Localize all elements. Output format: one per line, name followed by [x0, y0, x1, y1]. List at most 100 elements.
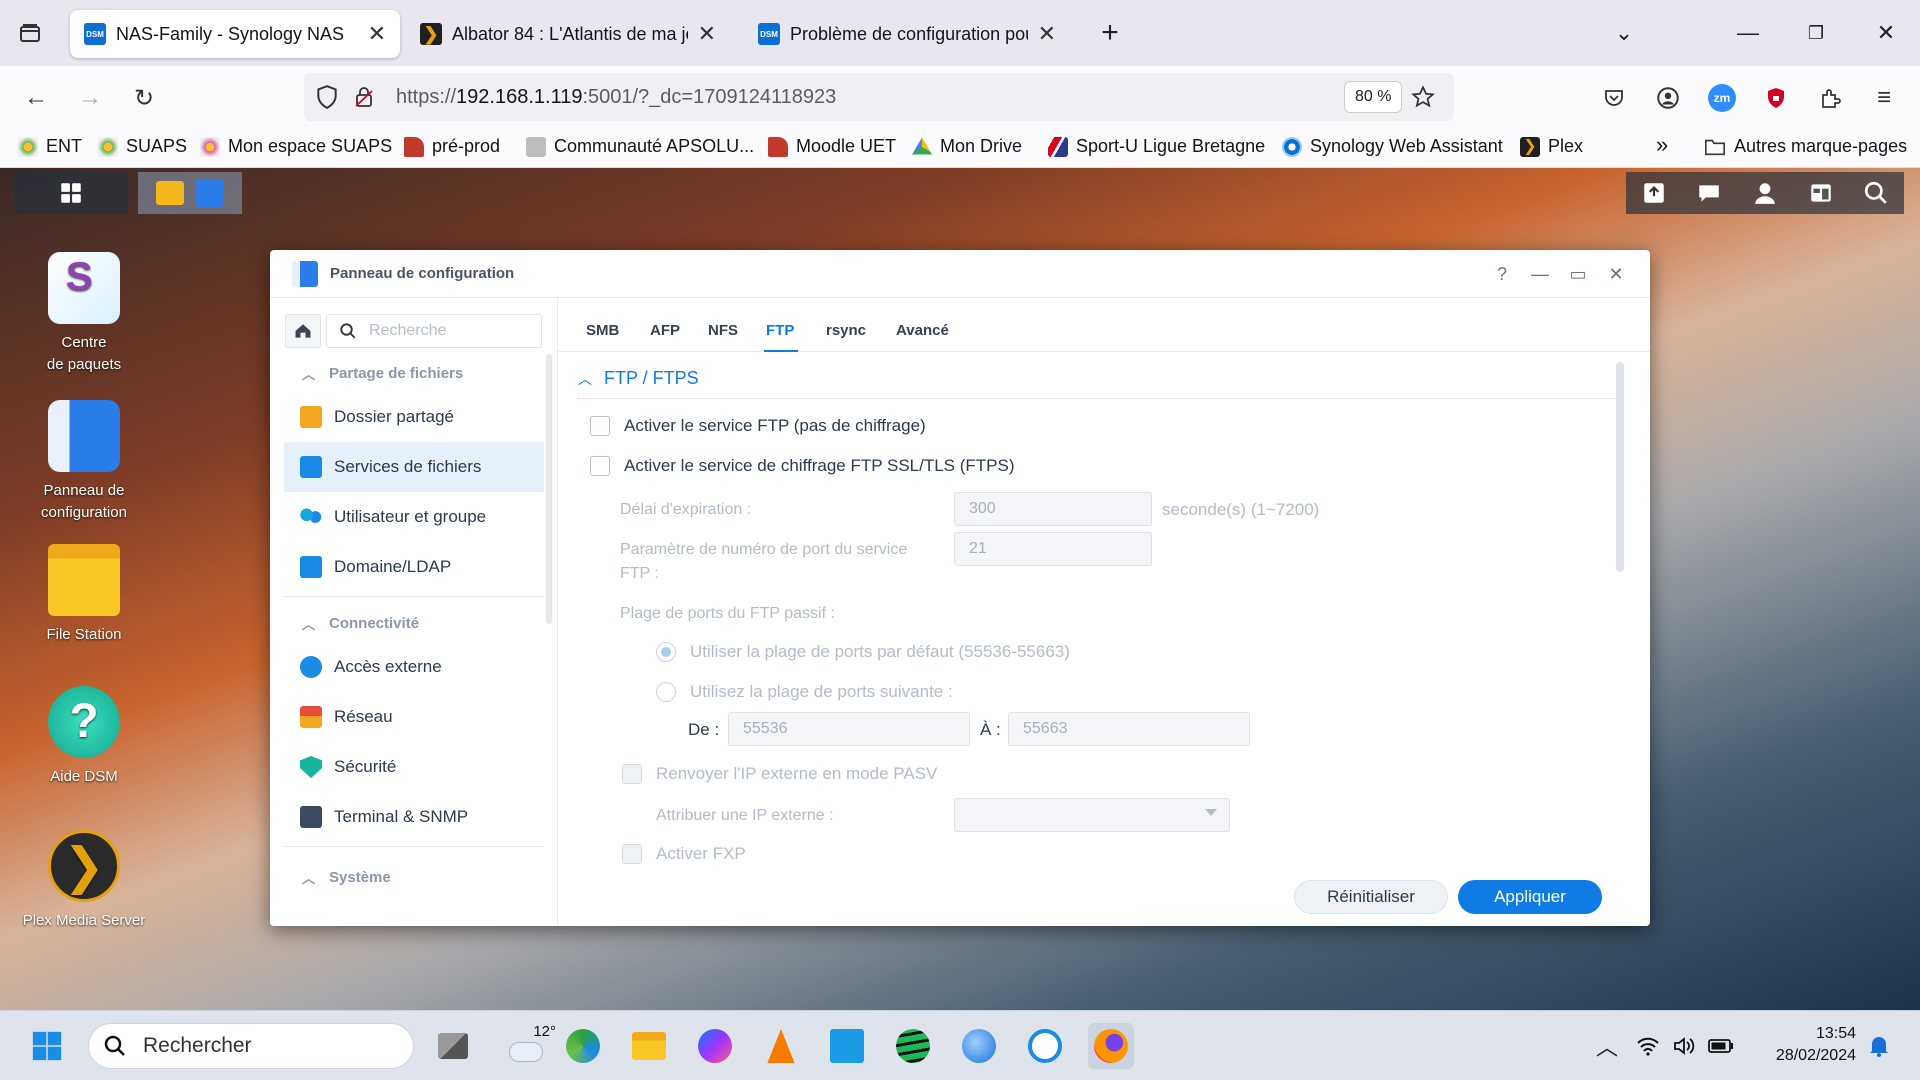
- bookmark-pre-prod[interactable]: pré-prod: [404, 136, 500, 157]
- zoom-level-button[interactable]: 80 %: [1344, 81, 1403, 113]
- bookmark-plex[interactable]: ❯ Plex: [1520, 136, 1583, 157]
- weather-widget[interactable]: 12°: [496, 1023, 556, 1069]
- account-icon[interactable]: [1650, 80, 1686, 116]
- spotify-icon[interactable]: [890, 1023, 936, 1069]
- thunderbird-icon[interactable]: [956, 1023, 1002, 1069]
- sidebar-item-dossier-partage[interactable]: Dossier partagé: [284, 392, 544, 442]
- zoom-app-icon[interactable]: [1022, 1023, 1068, 1069]
- pocket-icon[interactable]: [1596, 80, 1632, 116]
- passive-default-radio[interactable]: [656, 642, 676, 662]
- fxp-checkbox[interactable]: [622, 844, 642, 864]
- close-tab-icon[interactable]: ✕: [1038, 21, 1056, 47]
- widgets-icon[interactable]: [1808, 180, 1834, 206]
- to-port-input[interactable]: 55663: [1008, 712, 1250, 746]
- section-systeme[interactable]: ︿ Système: [302, 868, 391, 887]
- bookmark-suaps[interactable]: SUAPS: [98, 136, 187, 157]
- desktop-icon-package-center[interactable]: S Centre de paquets: [14, 252, 154, 376]
- list-all-tabs-chevron-down-icon[interactable]: ⌄: [1596, 0, 1652, 66]
- restore-window-button[interactable]: ❐: [1788, 0, 1844, 66]
- sidebar-item-terminal-snmp[interactable]: Terminal & SNMP: [284, 792, 544, 842]
- help-button[interactable]: ?: [1488, 260, 1516, 288]
- main-scrollbar[interactable]: [1616, 362, 1624, 572]
- bookmark-communaute-apsolu[interactable]: Communauté APSOLU...: [526, 136, 754, 157]
- url-text[interactable]: https://192.168.1.119:5001/?_dc=17091241…: [396, 86, 836, 109]
- apply-button[interactable]: Appliquer: [1458, 880, 1602, 914]
- control-panel-taskbar-icon[interactable]: [196, 179, 224, 207]
- new-tab-button[interactable]: +: [1082, 0, 1138, 66]
- enable-ftp-row[interactable]: Activer le service FTP (pas de chiffrage…: [590, 416, 926, 436]
- hamburger-menu-icon[interactable]: ≡: [1866, 80, 1902, 116]
- bookmark-mon-espace-suaps[interactable]: Mon espace SUAPS: [200, 136, 392, 157]
- bookmark-star-icon[interactable]: [1410, 84, 1436, 110]
- maximize-button[interactable]: ▭: [1564, 260, 1592, 288]
- user-icon[interactable]: [1752, 180, 1778, 206]
- section-partage-de-fichiers[interactable]: ︿ Partage de fichiers: [302, 364, 463, 383]
- shield-icon[interactable]: [314, 84, 340, 110]
- desktop-icon-control-panel[interactable]: Panneau de configuration: [14, 400, 154, 524]
- reset-button[interactable]: Réinitialiser: [1294, 880, 1448, 914]
- extensions-puzzle-icon[interactable]: [1812, 80, 1848, 116]
- close-tab-icon[interactable]: ✕: [368, 21, 386, 47]
- reload-icon[interactable]: ↻: [126, 80, 162, 116]
- pasv-ip-row[interactable]: Renvoyer l'IP externe en mode PASV: [622, 764, 937, 784]
- ftp-section-header[interactable]: ︿ FTP / FTPS: [578, 368, 699, 389]
- other-bookmarks-folder[interactable]: Autres marque-pages: [1704, 136, 1907, 157]
- bookmark-sport-u[interactable]: Sport-U Ligue Bretagne: [1048, 136, 1265, 157]
- url-bar[interactable]: https://192.168.1.119:5001/?_dc=17091241…: [304, 73, 1454, 121]
- bookmark-moodle-uet[interactable]: Moodle UET: [768, 136, 896, 157]
- file-explorer-icon[interactable]: [626, 1023, 672, 1069]
- task-view-icon[interactable]: [430, 1023, 476, 1069]
- enable-ftps-row[interactable]: Activer le service de chiffrage FTP SSL/…: [590, 456, 1015, 476]
- timeout-input[interactable]: 300: [954, 492, 1152, 526]
- lock-warning-icon[interactable]: [352, 84, 376, 110]
- taskbar-search-input[interactable]: Rechercher: [88, 1023, 414, 1069]
- bookmark-mon-drive[interactable]: Mon Drive: [912, 136, 1022, 157]
- window-titlebar[interactable]: Panneau de configuration ? — ▭ ✕: [270, 250, 1650, 298]
- close-button[interactable]: ✕: [1602, 260, 1630, 288]
- sidebar-item-acces-externe[interactable]: Accès externe: [284, 642, 544, 692]
- search-icon[interactable]: [1863, 180, 1889, 206]
- forward-arrow-icon[interactable]: →: [72, 80, 108, 116]
- more-bookmarks-chevron-icon[interactable]: »: [1656, 132, 1668, 158]
- desktop-icon-file-station[interactable]: File Station: [14, 544, 154, 646]
- desktop-icon-plex[interactable]: ❯ Plex Media Server: [14, 830, 154, 932]
- pasv-ip-checkbox[interactable]: [622, 764, 642, 784]
- start-windows-icon[interactable]: [24, 1023, 70, 1069]
- chat-icon[interactable]: [1696, 180, 1722, 206]
- sidebar-item-services-de-fichiers[interactable]: Services de fichiers: [284, 442, 544, 492]
- tab-rsync[interactable]: rsync: [826, 322, 866, 339]
- close-window-button[interactable]: ✕: [1858, 0, 1914, 66]
- tab-nas-family[interactable]: DSM NAS-Family - Synology NAS ✕: [70, 10, 400, 58]
- enable-ftps-checkbox[interactable]: [590, 456, 610, 476]
- desktop-icon-dsm-help[interactable]: ? Aide DSM: [14, 686, 154, 788]
- tab-ftp[interactable]: FTP: [766, 322, 794, 339]
- file-station-taskbar-icon[interactable]: [156, 181, 184, 205]
- enable-ftp-checkbox[interactable]: [590, 416, 610, 436]
- close-tab-icon[interactable]: ✕: [698, 21, 716, 47]
- tab-albator[interactable]: ❯ Albator 84 : L'Atlantis de ma jeu ✕: [406, 10, 730, 58]
- system-tray[interactable]: [1630, 1023, 1740, 1069]
- ublock-shield-icon[interactable]: [1758, 80, 1794, 116]
- vlc-icon[interactable]: [758, 1023, 804, 1069]
- show-hidden-icons-chevron-icon[interactable]: ︿: [1584, 1023, 1630, 1069]
- section-connectivite[interactable]: ︿ Connectivité: [302, 614, 419, 633]
- edge-app-icon[interactable]: [560, 1023, 606, 1069]
- upload-download-icon[interactable]: [1641, 180, 1667, 206]
- tab-list-button[interactable]: [0, 0, 60, 66]
- from-port-input[interactable]: 55536: [728, 712, 970, 746]
- passive-default-row[interactable]: Utiliser la plage de ports par défaut (5…: [656, 642, 1070, 662]
- sidebar-item-reseau[interactable]: Réseau: [284, 692, 544, 742]
- fxp-row[interactable]: Activer FXP: [622, 844, 746, 864]
- passive-custom-row[interactable]: Utilisez la plage de ports suivante :: [656, 682, 953, 702]
- tab-probleme-configuration[interactable]: DSM Problème de configuration pour ✕: [744, 10, 1070, 58]
- sidebar-item-utilisateur-et-groupe[interactable]: Utilisateur et groupe: [284, 492, 544, 542]
- notifications-bell-icon[interactable]: [1856, 1023, 1902, 1069]
- bookmark-ent[interactable]: ENT: [18, 136, 82, 157]
- firefox-icon[interactable]: [1088, 1023, 1134, 1069]
- bookmark-synology-web-assistant[interactable]: Synology Web Assistant: [1282, 136, 1503, 157]
- clock[interactable]: 13:54 28/02/2024: [1776, 1023, 1856, 1067]
- tab-smb[interactable]: SMB: [586, 322, 619, 339]
- passive-custom-radio[interactable]: [656, 682, 676, 702]
- minimize-button[interactable]: —: [1526, 260, 1554, 288]
- home-button[interactable]: [285, 314, 321, 348]
